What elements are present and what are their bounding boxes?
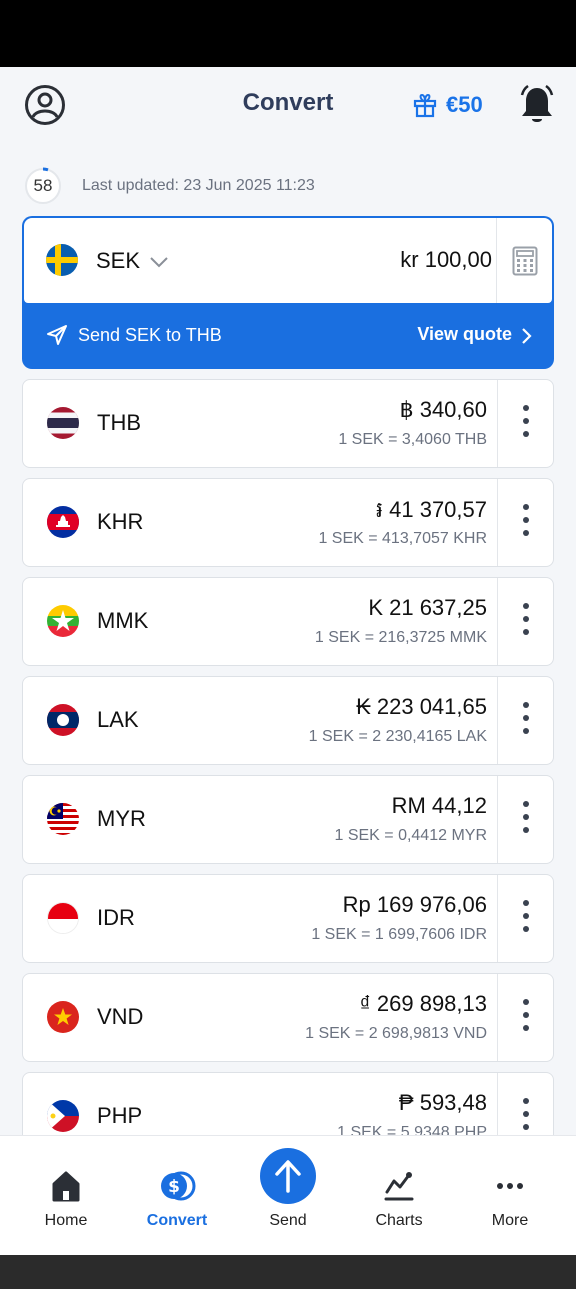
row-menu-button[interactable]: [497, 578, 553, 665]
reward-amount: €50: [446, 92, 483, 117]
svg-text:$: $: [168, 1177, 180, 1197]
more-vertical-icon: [523, 504, 529, 543]
page-title: Convert: [242, 89, 334, 116]
more-vertical-icon: [523, 900, 529, 939]
last-updated-row: 58 Last updated: 23 Jun 2025 11:23: [24, 167, 315, 205]
exchange-rate: 1 SEK = 2 698,9813 VND: [305, 1025, 487, 1042]
currency-amount[interactable]: ៛ 41 370,57: [376, 496, 487, 528]
exchange-rate: 1 SEK = 2 230,4165 LAK: [308, 728, 487, 745]
last-updated-text: Last updated: 23 Jun 2025 11:23: [82, 177, 315, 194]
exchange-rate: 1 SEK = 1 699,7606 IDR: [311, 926, 487, 943]
row-menu-button[interactable]: [497, 875, 553, 962]
exchange-rate: 1 SEK = 216,3725 MMK: [314, 629, 487, 646]
chart-line-icon: [384, 1172, 414, 1201]
more-vertical-icon: [523, 603, 529, 642]
convert-coins-icon: $: [161, 1171, 196, 1201]
send-label[interactable]: Send SEK to THB: [78, 325, 222, 346]
currency-row-myr[interactable]: MYR RM 44,12 1 SEK = 0,4412 MYR: [22, 775, 554, 864]
view-quote-link[interactable]: View quote: [417, 324, 512, 345]
row-menu-button[interactable]: [497, 380, 553, 467]
currency-code: IDR: [97, 905, 135, 930]
calculator-icon: [512, 246, 538, 276]
row-menu-button[interactable]: [497, 677, 553, 764]
currency-row-lak[interactable]: LAK ₭ 223 041,65 1 SEK = 2 230,4165 LAK: [22, 676, 554, 765]
exchange-rate: 1 SEK = 0,4412 MYR: [334, 827, 487, 844]
currency-code: KHR: [97, 509, 144, 534]
base-currency-code[interactable]: SEK: [96, 248, 140, 274]
currency-row-thb[interactable]: THB ฿ 340,60 1 SEK = 3,4060 THB: [22, 379, 554, 468]
vietnam-flag-icon: [47, 1001, 79, 1033]
refresh-timer[interactable]: 58: [24, 167, 62, 205]
more-vertical-icon: [523, 405, 529, 444]
notifications-button[interactable]: [518, 84, 556, 125]
more-vertical-icon: [523, 801, 529, 840]
currency-code: THB: [97, 410, 141, 435]
laos-flag-icon: [47, 704, 79, 736]
row-menu-button[interactable]: [497, 479, 553, 566]
exchange-rate: 1 SEK = 413,7057 KHR: [318, 530, 487, 547]
nav-home[interactable]: Home: [11, 1136, 121, 1256]
myanmar-flag-icon: [47, 605, 79, 637]
base-currency-input[interactable]: SEK kr 100,00: [24, 218, 552, 303]
currency-amount[interactable]: ₭ 223 041,65: [356, 694, 487, 720]
calculator-button[interactable]: [496, 218, 552, 303]
top-header: Convert €50: [0, 67, 576, 143]
sweden-flag-icon: [46, 244, 78, 276]
currency-amount[interactable]: Rp 169 976,06: [343, 892, 487, 918]
system-navigation-bar: [0, 1255, 576, 1289]
currency-amount[interactable]: ₫ 269 898,13: [359, 991, 487, 1017]
nav-charts-label: Charts: [375, 1212, 423, 1229]
currency-code: MYR: [97, 806, 146, 831]
nav-send-label: Send: [269, 1212, 307, 1229]
nav-charts[interactable]: Charts: [344, 1136, 454, 1256]
currency-row-khr[interactable]: KHR ៛ 41 370,57 1 SEK = 413,7057 KHR: [22, 478, 554, 567]
currency-row-idr[interactable]: IDR Rp 169 976,06 1 SEK = 1 699,7606 IDR: [22, 874, 554, 963]
more-vertical-icon: [523, 702, 529, 741]
more-vertical-icon: [523, 999, 529, 1038]
currency-amount[interactable]: RM 44,12: [392, 793, 487, 819]
nav-home-label: Home: [44, 1212, 88, 1229]
cambodia-flag-icon: [47, 506, 79, 538]
malaysia-flag-icon: [47, 803, 79, 835]
nav-convert[interactable]: $ Convert: [122, 1136, 232, 1256]
chevron-down-icon[interactable]: [148, 250, 170, 272]
send-quote-bar[interactable]: Send SEK to THB View quote: [22, 303, 554, 369]
nav-more-label: More: [491, 1212, 529, 1229]
app-screen: Convert €50 58 Last updated: 23 Jun 2025…: [0, 67, 576, 1255]
nav-convert-label: Convert: [146, 1212, 208, 1229]
currency-code: MMK: [97, 608, 149, 633]
nav-send[interactable]: Send: [233, 1136, 343, 1256]
currency-amount[interactable]: K 21 637,25: [368, 595, 487, 621]
arrow-up-icon: [275, 1160, 301, 1193]
currency-code: PHP: [97, 1103, 143, 1128]
home-icon: [52, 1171, 80, 1202]
currency-row-vnd[interactable]: VND ₫ 269 898,13 1 SEK = 2 698,9813 VND: [22, 973, 554, 1062]
bottom-navigation: Home $ Convert Send Charts More: [0, 1135, 576, 1255]
philippines-flag-icon: [47, 1100, 79, 1132]
row-menu-button[interactable]: [497, 776, 553, 863]
indonesia-flag-icon: [47, 902, 79, 934]
more-horizontal-icon: [497, 1183, 523, 1189]
exchange-rate: 1 SEK = 3,4060 THB: [338, 431, 487, 448]
currency-amount[interactable]: ฿ 340,60: [400, 397, 487, 423]
reward-button[interactable]: €50: [412, 89, 483, 121]
currency-row-mmk[interactable]: MMK K 21 637,25 1 SEK = 216,3725 MMK: [22, 577, 554, 666]
base-currency-card: SEK kr 100,00 Send SEK to THB View quote: [22, 216, 554, 369]
thailand-flag-icon: [47, 407, 79, 439]
status-bar: [0, 0, 576, 67]
row-menu-button[interactable]: [497, 974, 553, 1061]
currency-code: VND: [97, 1004, 144, 1029]
base-amount[interactable]: kr 100,00: [400, 247, 492, 273]
paper-plane-icon: [47, 325, 67, 345]
gift-icon: [413, 93, 437, 118]
timer-value: 58: [33, 176, 53, 195]
nav-more[interactable]: More: [455, 1136, 565, 1256]
more-vertical-icon: [523, 1098, 529, 1137]
send-fab-button[interactable]: [260, 1148, 316, 1204]
chevron-right-icon[interactable]: [520, 326, 534, 346]
bell-icon: [520, 84, 554, 122]
currency-amount[interactable]: ₱ 593,48: [399, 1090, 487, 1116]
currency-code: LAK: [97, 707, 139, 732]
